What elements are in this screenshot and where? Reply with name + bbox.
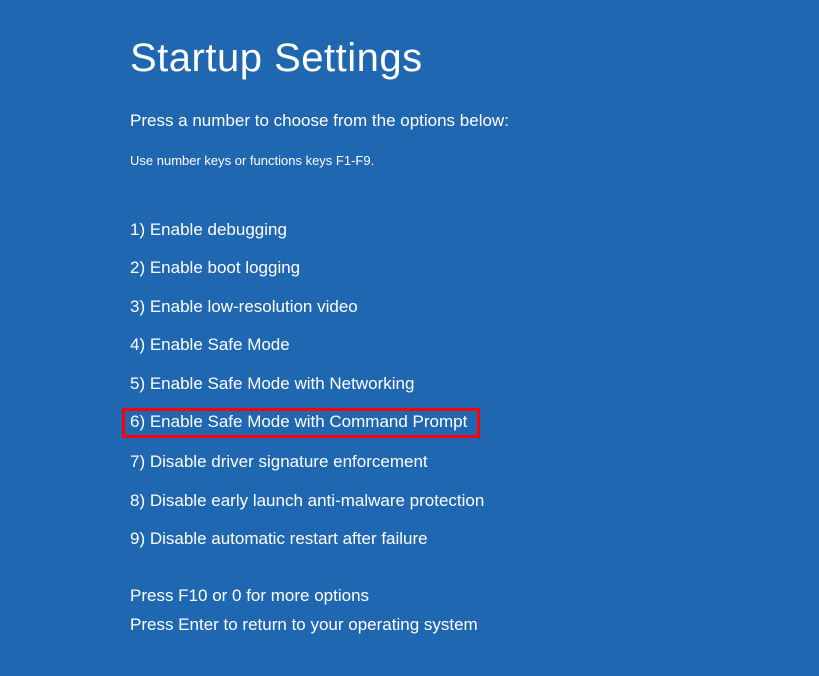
page-title: Startup Settings xyxy=(130,36,819,81)
instruction-text: Press a number to choose from the option… xyxy=(130,111,819,131)
footer: Press F10 or 0 for more options Press En… xyxy=(130,581,478,641)
option-item-1[interactable]: 1) Enable debugging xyxy=(122,216,295,244)
option-item-6[interactable]: 6) Enable Safe Mode with Command Prompt xyxy=(122,408,480,438)
option-item-9[interactable]: 9) Disable automatic restart after failu… xyxy=(122,525,436,553)
option-item-7[interactable]: 7) Disable driver signature enforcement xyxy=(122,448,436,476)
option-item-3[interactable]: 3) Enable low-resolution video xyxy=(122,293,366,321)
option-item-4[interactable]: 4) Enable Safe Mode xyxy=(122,331,298,359)
footer-more-options: Press F10 or 0 for more options xyxy=(130,581,478,611)
hint-text: Use number keys or functions keys F1-F9. xyxy=(130,153,819,168)
option-item-8[interactable]: 8) Disable early launch anti-malware pro… xyxy=(122,487,492,515)
options-list: 1) Enable debugging2) Enable boot loggin… xyxy=(130,216,819,554)
option-item-5[interactable]: 5) Enable Safe Mode with Networking xyxy=(122,370,422,398)
option-item-2[interactable]: 2) Enable boot logging xyxy=(122,254,308,282)
footer-return: Press Enter to return to your operating … xyxy=(130,610,478,640)
